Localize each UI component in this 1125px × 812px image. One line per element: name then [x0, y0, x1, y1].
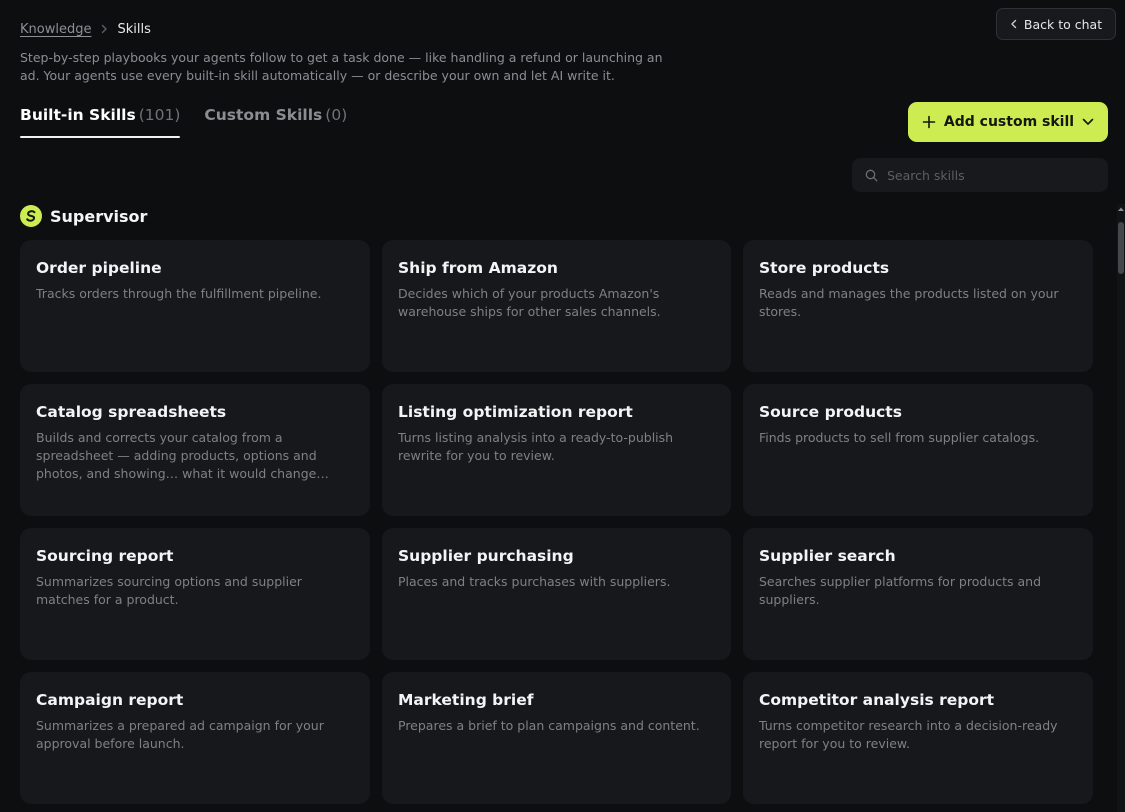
skill-card[interactable]: Catalog spreadsheets Builds and corrects… [20, 384, 370, 516]
tab-built-in-skills[interactable]: Built-in Skills (101) [20, 106, 181, 138]
skill-card-description: Decides which of your products Amazon's … [398, 286, 661, 319]
skill-card-description: Summarizes sourcing options and supplier… [36, 574, 302, 607]
section-header-supervisor: Supervisor [20, 205, 147, 227]
skill-card[interactable]: Marketing brief Prepares a brief to plan… [382, 672, 731, 804]
skill-card-title: Supplier purchasing [398, 547, 574, 565]
skill-card-description: Searches supplier platforms for products… [759, 574, 1042, 607]
skills-page: Knowledge Skills Back to chat Step-by-st… [0, 0, 1125, 812]
skill-card-title: Ship from Amazon [398, 259, 558, 277]
tab-label: Custom Skills [204, 106, 323, 124]
skill-tabs: Built-in Skills (101) Custom Skills (0) [20, 106, 347, 138]
skill-card[interactable]: Campaign report Summarizes a prepared ad… [20, 672, 370, 804]
search-box[interactable] [852, 158, 1108, 192]
breadcrumb-knowledge-link[interactable]: Knowledge [20, 22, 91, 37]
search-input[interactable] [887, 167, 1087, 183]
add-custom-skill-button[interactable]: Add custom skill [908, 102, 1108, 142]
skill-card-title: Catalog spreadsheets [36, 403, 227, 421]
scrollbar-thumb[interactable] [1118, 222, 1124, 274]
breadcrumb-current: Skills [117, 21, 151, 37]
back-to-chat-label: Back to chat [1023, 16, 1103, 32]
skill-card-title: Campaign report [36, 691, 184, 709]
skill-card[interactable]: Supplier search Searches supplier platfo… [743, 528, 1093, 660]
skill-card[interactable]: Competitor analysis report Turns competi… [743, 672, 1093, 804]
tab-label: Built-in Skills [20, 106, 136, 124]
add-custom-skill-label: Add custom skill [943, 114, 1075, 130]
supervisor-logo-icon [20, 205, 42, 227]
skill-card[interactable]: Order pipeline Tracks orders through the… [20, 240, 370, 372]
skill-card-description: Prepares a brief to plan campaigns and c… [398, 718, 700, 733]
breadcrumb: Knowledge Skills [20, 20, 151, 38]
skill-card[interactable]: Sourcing report Summarizes sourcing opti… [20, 528, 370, 660]
skill-card-title: Supplier search [759, 547, 896, 565]
chevron-down-icon [1082, 118, 1094, 126]
skills-grid: Order pipeline Tracks orders through the… [20, 240, 1093, 804]
skill-card[interactable]: Ship from Amazon Decides which of your p… [382, 240, 731, 372]
scroll-up-arrow-icon[interactable] [1117, 204, 1125, 214]
chevron-left-icon [1010, 19, 1018, 29]
skill-card[interactable]: Store products Reads and manages the pro… [743, 240, 1093, 372]
skill-card[interactable]: Supplier purchasing Places and tracks pu… [382, 528, 731, 660]
skill-card-description: Turns competitor research into a decisio… [759, 718, 1058, 751]
plus-icon [922, 115, 936, 129]
skill-card[interactable]: Source products Finds products to sell f… [743, 384, 1093, 516]
skill-card-title: Marketing brief [398, 691, 534, 709]
skill-card-description: Tracks orders through the fulfillment pi… [36, 286, 322, 301]
skill-card-description: Places and tracks purchases with supplie… [398, 574, 671, 589]
tab-count: (101) [138, 106, 181, 124]
skill-card-title: Competitor analysis report [759, 691, 995, 709]
search-icon [865, 169, 878, 182]
skill-card-title: Order pipeline [36, 259, 162, 277]
scrollbar[interactable] [1117, 204, 1125, 812]
back-to-chat-button[interactable]: Back to chat [996, 8, 1116, 40]
skill-card-title: Listing optimization report [398, 403, 633, 421]
section-title: Supervisor [50, 206, 148, 226]
skill-card-description: Turns listing analysis into a ready-to-p… [398, 430, 674, 463]
skill-card-title: Sourcing report [36, 547, 174, 565]
skill-card-description: Finds products to sell from supplier cat… [759, 430, 1040, 445]
tab-count: (0) [325, 106, 348, 124]
skill-card[interactable]: Listing optimization report Turns listin… [382, 384, 731, 516]
skill-card-description: Summarizes a prepared ad campaign for yo… [36, 718, 324, 751]
chevron-right-icon [100, 24, 108, 34]
tab-custom-skills[interactable]: Custom Skills (0) [204, 106, 347, 138]
skill-card-description: Builds and corrects your catalog from a … [36, 430, 317, 481]
page-description: Step-by-step playbooks your agents follo… [20, 50, 663, 83]
skill-card-description: Reads and manages the products listed on… [759, 286, 1059, 319]
skill-card-title: Store products [759, 259, 890, 277]
skill-card-title: Source products [759, 403, 902, 421]
